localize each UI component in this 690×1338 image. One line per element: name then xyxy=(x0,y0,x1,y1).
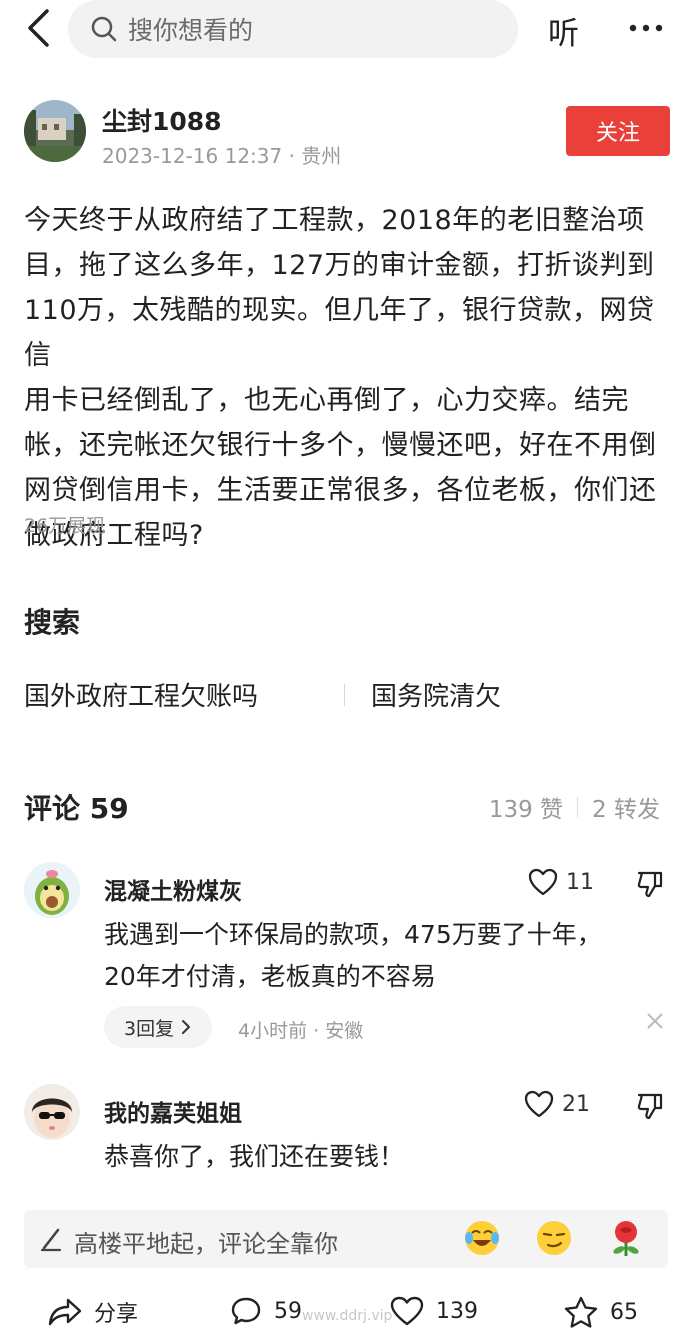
like-count: 11 xyxy=(566,869,594,895)
commenter-name[interactable]: 我的嘉芙姐姐 xyxy=(104,1094,242,1128)
post-body: 今天终于从政府结了工程款，2018年的老旧整治项 目，拖了这么多年，127万的审… xyxy=(24,198,670,558)
comment-like-button[interactable]: 11 xyxy=(528,868,594,896)
favorite-count: 65 xyxy=(610,1299,638,1325)
favorite-button[interactable]: 65 xyxy=(564,1296,638,1328)
chevron-left-icon xyxy=(28,9,49,47)
comment-item: 混凝土粉煤灰 11 我遇到一个环保局的款项，475万要了十年， 20年才付清，老… xyxy=(24,862,670,1052)
comment-line: 20年才付清，老板真的不容易 xyxy=(104,962,436,991)
author-row: 尘封1088 2023-12-16 12:37 · 贵州 关注 xyxy=(24,100,670,168)
comment-line: 我遇到一个环保局的款项，475万要了十年， xyxy=(104,920,602,949)
comments-title: 评论 59 xyxy=(24,792,129,825)
top-bar: 搜你想看的 听 xyxy=(0,0,690,64)
comment-bubble-icon xyxy=(231,1297,261,1325)
like-count: 21 xyxy=(562,1091,590,1117)
avatar[interactable] xyxy=(24,100,86,162)
like-count: 139 xyxy=(436,1298,478,1324)
divider xyxy=(577,797,579,817)
post-stats: 139 赞 2 转发 xyxy=(489,790,660,824)
comment-button[interactable]: 59 xyxy=(230,1296,302,1326)
share-button[interactable]: 分享 xyxy=(48,1296,138,1328)
post-line: 110万，太残酷的现实。但几年了，银行贷款，网贷信 xyxy=(24,295,655,371)
related-search-link[interactable]: 国外政府工程欠账吗 xyxy=(24,676,258,713)
close-icon[interactable] xyxy=(646,1012,664,1034)
rose-emoji-icon[interactable] xyxy=(606,1218,646,1258)
thumbs-down-icon[interactable] xyxy=(636,1092,664,1124)
avatar[interactable] xyxy=(24,1084,80,1140)
comment-text: 恭喜你了，我们还在要钱！ xyxy=(104,1136,664,1178)
chevron-right-icon xyxy=(182,1020,191,1034)
smirk-emoji-icon[interactable] xyxy=(534,1218,574,1258)
author-name[interactable]: 尘封1088 xyxy=(102,102,222,138)
heart-icon xyxy=(390,1296,424,1326)
comment-like-button[interactable]: 21 xyxy=(524,1090,590,1118)
share-label: 分享 xyxy=(94,1302,139,1327)
comment-line: 恭喜你了，我们还在要钱！ xyxy=(104,1142,405,1171)
related-search-link[interactable]: 国务院清欠 xyxy=(371,676,501,713)
like-button[interactable]: 139 xyxy=(390,1296,478,1326)
post-line: 帐，还完帐还欠银行十多个，慢慢还吧，好在不用倒 xyxy=(24,430,657,461)
view-count: 26万展现 xyxy=(24,515,106,537)
comment-count: 59 xyxy=(274,1298,302,1324)
avatar[interactable] xyxy=(24,862,80,918)
post-meta: 2023-12-16 12:37 · 贵州 xyxy=(102,144,342,168)
crying-laughing-emoji-icon[interactable] xyxy=(462,1218,502,1258)
watermark: www.ddrj.vip xyxy=(302,1308,393,1324)
listen-button[interactable]: 听 xyxy=(548,8,579,53)
post-line: 用卡已经倒乱了，也无心再倒了，心力交瘁。结完 xyxy=(24,385,629,416)
star-icon xyxy=(564,1296,598,1328)
related-searches: 国外政府工程欠账吗 国务院清欠 xyxy=(24,676,670,716)
comment-input-placeholder: 高楼平地起，评论全靠你 xyxy=(74,1230,338,1258)
search-input[interactable]: 搜你想看的 xyxy=(68,0,518,58)
post-line: 做政府工程吗? xyxy=(24,520,204,551)
pen-icon xyxy=(38,1226,64,1256)
follow-button[interactable]: 关注 xyxy=(566,106,670,156)
share-stat[interactable]: 2 转发 xyxy=(592,790,660,824)
post-line: 目，拖了这么多年，127万的审计金额，打折谈判到 xyxy=(24,250,655,281)
search-icon xyxy=(90,15,118,43)
search-section-title: 搜索 xyxy=(24,606,81,639)
heart-icon xyxy=(528,868,558,896)
comment-text: 我遇到一个环保局的款项，475万要了十年， 20年才付清，老板真的不容易 xyxy=(104,914,664,998)
more-icon[interactable] xyxy=(626,8,666,48)
search-placeholder: 搜你想看的 xyxy=(128,16,254,45)
share-icon xyxy=(48,1298,82,1326)
heart-icon xyxy=(524,1090,554,1118)
back-button[interactable] xyxy=(18,6,58,50)
like-stat[interactable]: 139 赞 xyxy=(489,790,563,824)
comment-time: 4小时前 · 安徽 xyxy=(238,1020,364,1042)
replies-button[interactable]: 3回复 xyxy=(104,1006,213,1048)
post-line: 网贷倒信用卡，生活要正常很多，各位老板，你们还 xyxy=(24,475,657,506)
thumbs-down-icon[interactable] xyxy=(636,870,664,902)
comment-item: 我的嘉芙姐姐 21 恭喜你了，我们还在要钱！ xyxy=(24,1084,670,1194)
replies-label: 3回复 xyxy=(124,1017,175,1040)
divider xyxy=(344,684,345,706)
post-line: 今天终于从政府结了工程款，2018年的老旧整治项 xyxy=(24,205,645,236)
commenter-name[interactable]: 混凝土粉煤灰 xyxy=(104,872,242,906)
comment-input[interactable]: 高楼平地起，评论全靠你 xyxy=(24,1210,668,1268)
